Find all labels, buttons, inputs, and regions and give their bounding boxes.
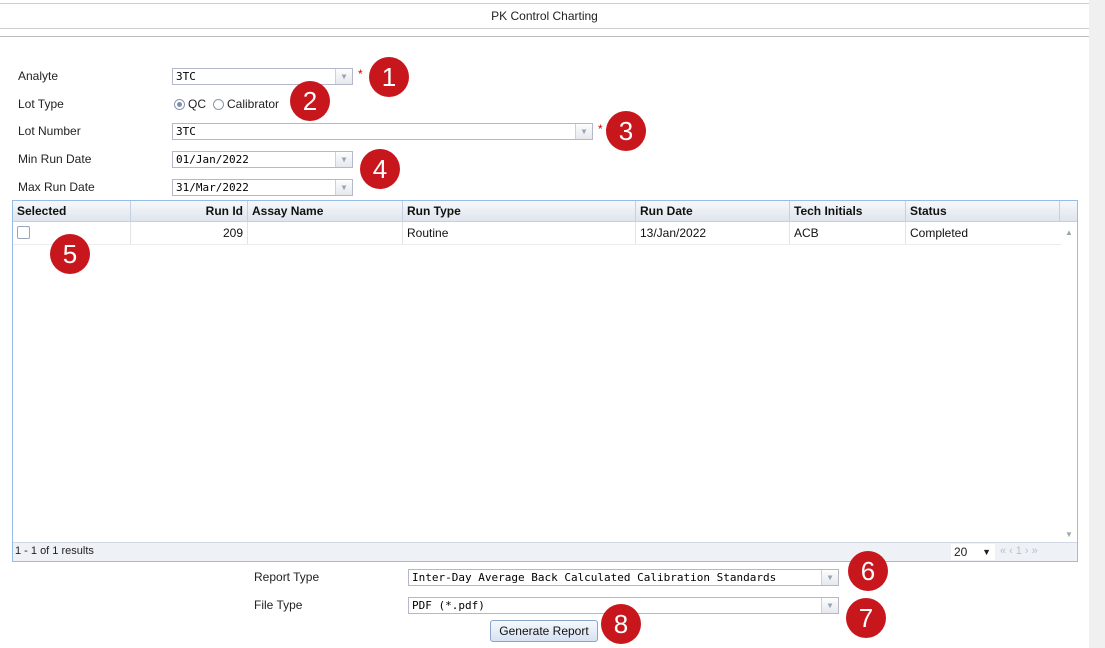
- lot-number-value: 3TC: [176, 125, 196, 138]
- page-size-select[interactable]: 20 ▼: [951, 544, 995, 560]
- callout-badge-5: 5: [50, 234, 90, 274]
- analyte-required-mark: *: [358, 67, 363, 81]
- column-header-assay-name[interactable]: Assay Name: [248, 201, 403, 221]
- next-page-icon[interactable]: ›: [1025, 545, 1032, 557]
- callout-badge-7: 7: [846, 598, 886, 638]
- page-title: PK Control Charting: [491, 9, 598, 23]
- chevron-down-icon[interactable]: ▼: [821, 570, 838, 585]
- chevron-down-icon[interactable]: ▼: [821, 598, 838, 613]
- prev-page-icon[interactable]: ‹: [1009, 545, 1016, 557]
- caret-down-icon[interactable]: ▼: [982, 544, 991, 560]
- page-scrollbar[interactable]: [1089, 0, 1105, 648]
- row-select-checkbox[interactable]: [17, 226, 30, 239]
- max-run-date-value: 31/Mar/2022: [176, 181, 249, 194]
- chevron-down-icon[interactable]: ▼: [575, 124, 592, 139]
- pager-nav: «‹1›»: [1000, 545, 1041, 557]
- column-header-run-date[interactable]: Run Date: [636, 201, 790, 221]
- report-type-value: Inter-Day Average Back Calculated Calibr…: [412, 571, 777, 584]
- run-date-cell: 13/Jan/2022: [636, 222, 790, 244]
- run-id-cell: 209: [131, 222, 248, 244]
- grid-header: Selected Run Id Assay Name Run Type Run …: [13, 201, 1077, 222]
- callout-badge-2: 2: [290, 81, 330, 121]
- max-run-date-label: Max Run Date: [18, 180, 95, 194]
- column-header-status[interactable]: Status: [906, 201, 1060, 221]
- column-header-tech-initials[interactable]: Tech Initials: [790, 201, 906, 221]
- lot-type-qc-label[interactable]: QC: [188, 97, 206, 111]
- current-page[interactable]: 1: [1016, 545, 1025, 557]
- callout-badge-1: 1: [369, 57, 409, 97]
- lot-type-label: Lot Type: [18, 97, 64, 111]
- run-type-cell: Routine: [403, 222, 636, 244]
- chevron-down-icon[interactable]: ▼: [335, 180, 352, 195]
- lot-type-qc-radio[interactable]: [174, 98, 185, 110]
- analyte-combo[interactable]: 3TC ▼: [172, 68, 353, 85]
- callout-badge-6: 6: [848, 551, 888, 591]
- scroll-down-icon[interactable]: ▼: [1065, 530, 1073, 539]
- lot-type-calibrator-label[interactable]: Calibrator: [227, 97, 279, 111]
- report-type-combo[interactable]: Inter-Day Average Back Calculated Calibr…: [408, 569, 839, 586]
- file-type-label: File Type: [254, 598, 303, 612]
- title-divider: [0, 28, 1089, 29]
- results-count: 1 - 1 of 1 results: [15, 545, 94, 557]
- top-divider: [0, 3, 1089, 4]
- grid-scrollbar[interactable]: ▲ ▼: [1061, 222, 1077, 543]
- last-page-icon[interactable]: »: [1032, 545, 1041, 557]
- report-type-label: Report Type: [254, 570, 320, 584]
- scroll-up-icon[interactable]: ▲: [1065, 228, 1073, 237]
- file-type-value: PDF (*.pdf): [412, 599, 485, 612]
- lot-type-calibrator-radio[interactable]: [213, 98, 224, 110]
- column-header-selected[interactable]: Selected: [13, 201, 131, 221]
- row-divider: [13, 244, 1061, 245]
- chevron-down-icon[interactable]: ▼: [335, 152, 352, 167]
- column-header-run-type[interactable]: Run Type: [403, 201, 636, 221]
- min-run-date-label: Min Run Date: [18, 152, 92, 166]
- lot-number-required-mark: *: [598, 122, 603, 136]
- assay-name-cell: [248, 222, 403, 244]
- runs-grid: Selected Run Id Assay Name Run Type Run …: [12, 200, 1078, 562]
- max-run-date-field[interactable]: 31/Mar/2022 ▼: [172, 179, 353, 196]
- status-cell: Completed: [910, 226, 969, 240]
- page-size-value: 20: [954, 545, 968, 559]
- generate-report-button[interactable]: Generate Report: [490, 620, 598, 642]
- first-page-icon[interactable]: «: [1000, 545, 1009, 557]
- title-divider-lower: [0, 36, 1089, 37]
- callout-badge-8: 8: [601, 604, 641, 644]
- lot-number-label: Lot Number: [18, 124, 81, 138]
- lot-type-radio-group: QC Calibrator: [174, 97, 279, 111]
- grid-footer: 1 - 1 of 1 results: [13, 542, 1077, 561]
- analyte-value: 3TC: [176, 70, 196, 83]
- callout-badge-4: 4: [360, 149, 400, 189]
- min-run-date-field[interactable]: 01/Jan/2022 ▼: [172, 151, 353, 168]
- callout-badge-3: 3: [606, 111, 646, 151]
- analyte-label: Analyte: [18, 69, 59, 83]
- min-run-date-value: 01/Jan/2022: [176, 153, 249, 166]
- lot-number-combo[interactable]: 3TC ▼: [172, 123, 593, 140]
- tech-initials-cell: ACB: [790, 222, 906, 244]
- column-header-run-id[interactable]: Run Id: [131, 201, 248, 221]
- chevron-down-icon[interactable]: ▼: [335, 69, 352, 84]
